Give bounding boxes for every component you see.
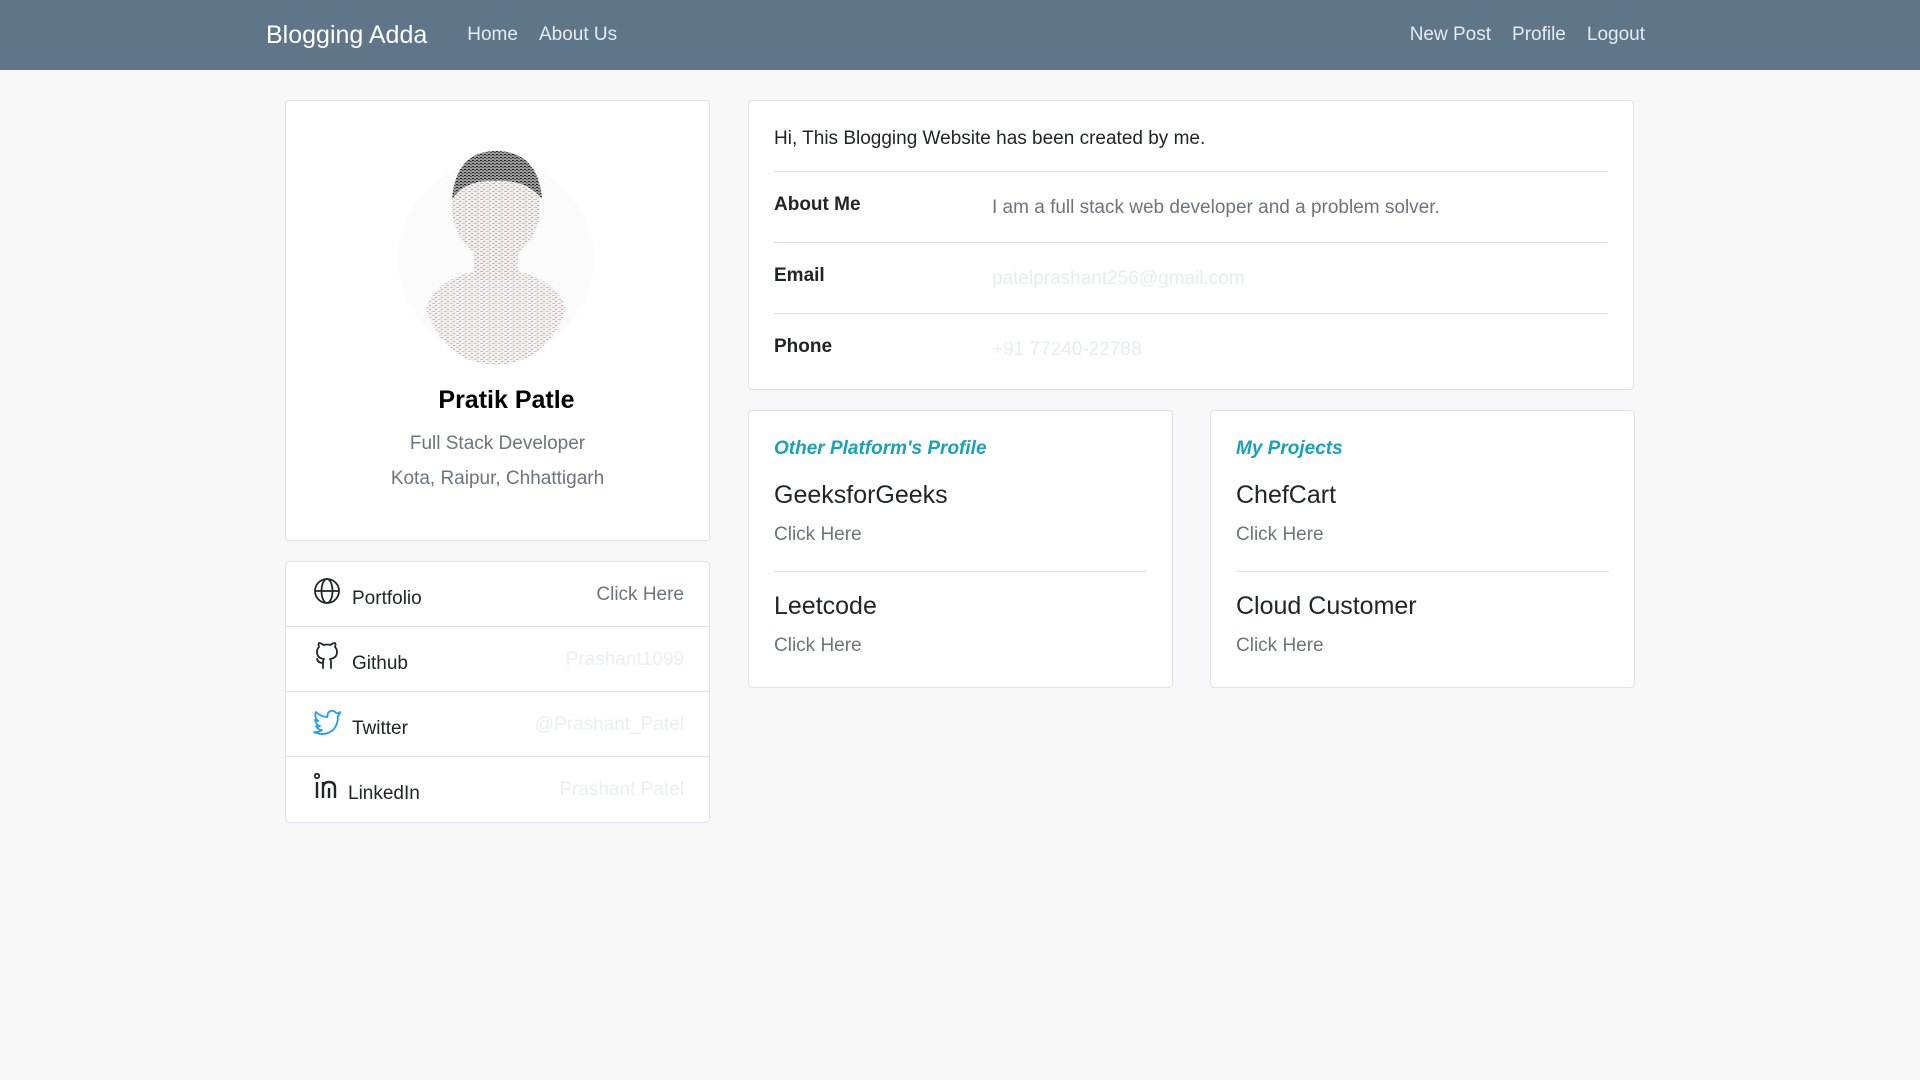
social-links-card: Portfolio Click Here Github Prashant1099… xyxy=(285,561,710,823)
nav-profile-link[interactable]: Profile xyxy=(1512,24,1566,46)
project-entry: Cloud Customer Click Here xyxy=(1236,592,1609,657)
details-row-about: About Me I am a full stack web developer… xyxy=(774,171,1608,242)
details-label: Phone xyxy=(774,336,833,357)
social-item-linkedin[interactable]: LinkedIn Prashant Patel xyxy=(286,757,709,822)
profile-location: Kota, Raipur, Chhattigarh xyxy=(390,468,605,489)
click-here-link[interactable]: Click Here xyxy=(774,524,862,546)
platform-entry: GeeksforGeeks Click Here xyxy=(774,481,1147,546)
twitter-icon xyxy=(313,709,341,735)
divider xyxy=(774,571,1147,572)
projects-card: My Projects ChefCart Click Here Cloud Cu… xyxy=(1210,410,1635,688)
details-value: patelprashant256@gmail.com xyxy=(992,268,1245,289)
social-label: Portfolio xyxy=(352,588,422,609)
details-row-email: Email patelprashant256@gmail.com xyxy=(774,242,1608,313)
globe-icon xyxy=(314,578,340,604)
section-heading: My Projects xyxy=(1236,438,1343,459)
details-row-phone: Phone +91 77240-22788 xyxy=(774,313,1608,384)
click-here-link[interactable]: Click Here xyxy=(1236,524,1324,546)
nav-right-group: New Post Profile Logout xyxy=(1410,24,1645,46)
top-navbar: Blogging Adda Home About Us New Post Pro… xyxy=(0,0,1920,70)
nav-logout-link[interactable]: Logout xyxy=(1587,24,1645,46)
nav-home-link[interactable]: Home xyxy=(467,24,518,46)
brand-link[interactable]: Blogging Adda xyxy=(266,21,427,50)
social-value[interactable]: Prashant1099 xyxy=(566,649,684,671)
social-label: LinkedIn xyxy=(348,783,420,804)
details-intro: Hi, This Blogging Website has been creat… xyxy=(774,128,1206,149)
social-value[interactable]: Click Here xyxy=(596,584,684,606)
nav-new-post-link[interactable]: New Post xyxy=(1410,24,1491,46)
linkedin-icon xyxy=(313,772,337,798)
social-label: Github xyxy=(352,653,408,674)
details-value: +91 77240-22788 xyxy=(992,339,1142,360)
profile-name: Pratik Patle xyxy=(438,386,575,414)
nav-about-link[interactable]: About Us xyxy=(539,24,617,46)
details-label: About Me xyxy=(774,194,861,215)
divider xyxy=(1236,571,1609,572)
details-label: Email xyxy=(774,265,825,286)
click-here-link[interactable]: Click Here xyxy=(774,635,862,657)
platform-profiles-card: Other Platform's Profile GeeksforGeeks C… xyxy=(748,410,1173,688)
details-value: I am a full stack web developer and a pr… xyxy=(992,197,1440,218)
entry-title: ChefCart xyxy=(1236,481,1337,509)
social-label: Twitter xyxy=(352,718,408,739)
project-entry: ChefCart Click Here xyxy=(1236,481,1609,546)
section-heading: Other Platform's Profile xyxy=(774,438,987,459)
profile-role: Full Stack Developer xyxy=(409,433,586,454)
social-item-portfolio[interactable]: Portfolio Click Here xyxy=(286,562,709,627)
profile-card: Pratik Patle Full Stack Developer Kota, … xyxy=(285,100,710,541)
click-here-link[interactable]: Click Here xyxy=(1236,635,1324,657)
platform-entry: Leetcode Click Here xyxy=(774,592,1147,657)
avatar xyxy=(398,151,594,365)
social-value[interactable]: Prashant Patel xyxy=(559,779,684,801)
details-card: Hi, This Blogging Website has been creat… xyxy=(748,100,1634,390)
entry-title: Leetcode xyxy=(774,592,877,620)
social-item-github[interactable]: Github Prashant1099 xyxy=(286,627,709,692)
social-value[interactable]: @Prashant_Patel xyxy=(535,714,684,736)
navbar-inner: Blogging Adda Home About Us New Post Pro… xyxy=(266,0,1645,70)
entry-title: Cloud Customer xyxy=(1236,592,1417,620)
github-icon xyxy=(316,642,338,669)
entry-title: GeeksforGeeks xyxy=(774,481,948,509)
social-item-twitter[interactable]: Twitter @Prashant_Patel xyxy=(286,692,709,757)
